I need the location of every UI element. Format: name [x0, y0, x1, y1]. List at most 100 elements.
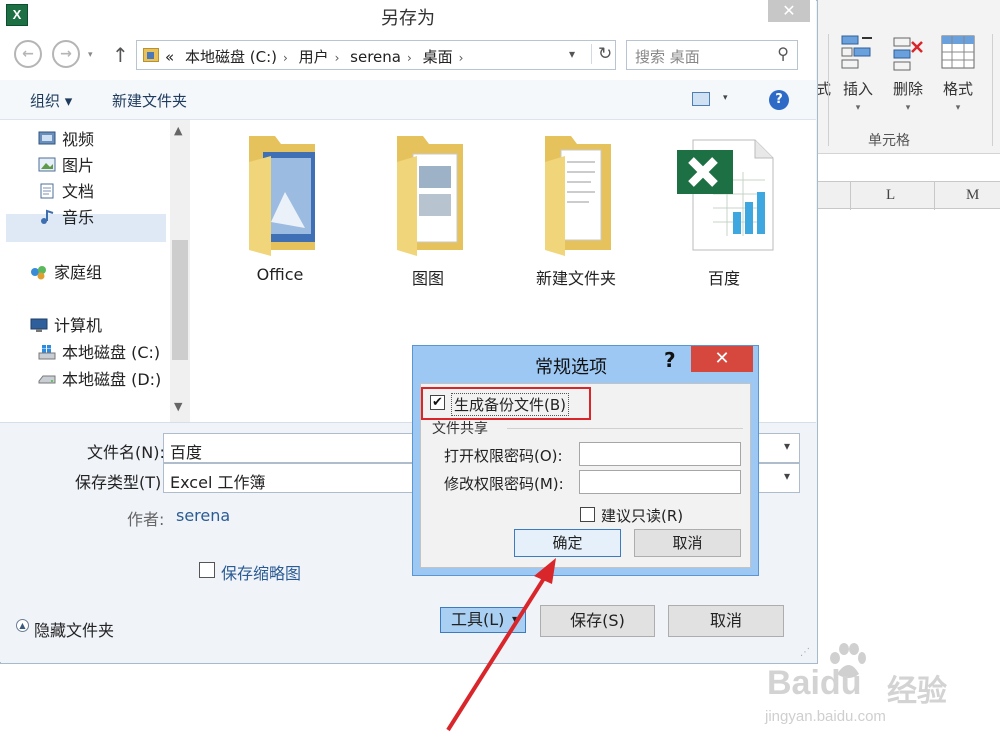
chevron-down-icon[interactable]: ▼ [174, 400, 182, 413]
help-icon[interactable]: ? [769, 90, 789, 110]
search-icon: ⚲ [777, 44, 789, 63]
readonly-label[interactable]: 建议只读(R) [601, 505, 683, 526]
video-icon [38, 131, 56, 147]
ribbon-separator [992, 34, 993, 146]
address-bar[interactable]: « 本地磁盘 (C:) › 用户 › serena › 桌面 › ▾ ↻ [136, 40, 616, 70]
drive-icon [38, 371, 56, 387]
breadcrumb-item[interactable]: 本地磁盘 (C:) [185, 48, 277, 66]
new-folder-button[interactable]: 新建文件夹 [112, 90, 187, 111]
group-divider [507, 428, 743, 429]
sidebar-item-music[interactable]: 音乐 [38, 204, 94, 228]
breadcrumb: « 本地磁盘 (C:) › 用户 › serena › 桌面 › [165, 46, 469, 67]
general-options-title: 常规选项 [535, 357, 607, 378]
breadcrumb-item[interactable]: 用户 [299, 48, 329, 66]
chevron-up-icon[interactable]: ▲ [174, 124, 182, 137]
column-header-row: L M [818, 181, 1000, 210]
sidebar-item-documents[interactable]: 文档 [38, 178, 94, 202]
watermark-url: jingyan.baidu.com [765, 708, 886, 725]
breadcrumb-sep-icon[interactable]: › [283, 51, 288, 65]
insert-cells-icon [840, 34, 876, 72]
close-button[interactable]: ✕ [768, 0, 810, 22]
search-placeholder: 搜索 桌面 [635, 48, 700, 66]
refresh-icon[interactable]: ↻ [591, 44, 612, 64]
sidebar-item-drive-d[interactable]: 本地磁盘 (D:) [38, 366, 161, 390]
documents-icon [38, 183, 56, 199]
open-password-input[interactable] [579, 442, 741, 466]
column-header[interactable]: L [886, 187, 895, 204]
back-button[interactable]: ← [14, 40, 42, 68]
general-options-cancel-button[interactable]: 取消 [634, 529, 741, 557]
breadcrumb-item[interactable]: serena [350, 48, 401, 66]
chevron-down-icon: ▾ [855, 103, 861, 113]
file-item-tutu[interactable]: 图图 [363, 132, 493, 289]
delete-button[interactable]: 删除 ▾ [886, 34, 930, 113]
breadcrumb-overflow[interactable]: « [165, 48, 174, 66]
file-item-new-folder[interactable]: 新建文件夹 [511, 132, 641, 289]
author-label: 作者: [127, 510, 165, 529]
sidebar-scroll-thumb[interactable] [172, 240, 188, 360]
dialog-title: 另存为 [381, 8, 435, 29]
file-item-office[interactable]: Office [215, 132, 345, 284]
watermark-brand-suffix: du [819, 664, 862, 702]
save-thumbnail-checkbox[interactable] [199, 562, 215, 578]
save-thumbnail-label[interactable]: 保存缩略图 [221, 560, 301, 584]
folder-icon [531, 136, 621, 261]
ribbon-separator [828, 34, 829, 146]
homegroup-icon [30, 264, 48, 280]
file-name: 百度 [707, 269, 740, 288]
windows-drive-icon [38, 344, 56, 360]
breadcrumb-sep-icon[interactable]: › [459, 51, 464, 65]
chevron-down-icon[interactable]: ▾ [784, 469, 790, 483]
organize-menu[interactable]: 组织 ▾ [30, 90, 72, 111]
readonly-checkbox[interactable] [580, 507, 595, 522]
insert-button[interactable]: 插入 ▾ [836, 34, 880, 113]
search-input[interactable]: 搜索 桌面 ⚲ [626, 40, 798, 70]
sidebar-item-computer[interactable]: 计算机 [30, 312, 102, 336]
annotation-arrow-icon [446, 558, 556, 732]
sidebar-item-pictures[interactable]: 图片 [38, 152, 94, 176]
view-mode-icon[interactable] [692, 92, 710, 106]
forward-button[interactable]: → [52, 40, 80, 68]
hide-folders-button[interactable]: 隐藏文件夹 [34, 617, 114, 641]
highlight-box [421, 387, 591, 420]
file-name: Office [256, 265, 304, 284]
chevron-down-icon: ▾ [955, 103, 961, 113]
chevron-down-icon[interactable]: ▾ [784, 439, 790, 453]
general-options-close-button[interactable]: ✕ [691, 346, 753, 372]
sidebar-item-videos[interactable]: 视频 [38, 126, 94, 150]
up-button[interactable]: ↑ [112, 43, 129, 67]
ribbon-group-label: 单元格 [868, 133, 910, 149]
folder-icon [383, 136, 473, 261]
breadcrumb-item[interactable]: 桌面 [423, 48, 453, 66]
baidu-jingyan-watermark: Baidu 经验 jingyan.baidu.com [765, 642, 995, 742]
chevron-down-icon[interactable]: ▾ [723, 93, 728, 103]
help-icon[interactable]: ? [664, 348, 676, 372]
folder-icon [143, 48, 159, 62]
column-header[interactable]: M [966, 187, 979, 204]
arrow-right-icon: → [60, 46, 72, 62]
chevron-up-icon[interactable]: ▲ [16, 619, 29, 632]
author-value[interactable]: serena [176, 506, 230, 525]
dialog-toolbar: 组织 ▾ 新建文件夹 ▾ ? [0, 80, 816, 120]
formula-area [818, 155, 1000, 181]
watermark-brand: Bai [767, 664, 820, 702]
open-password-label: 打开权限密码(O): [444, 447, 563, 465]
file-sharing-group-label: 文件共享 [432, 421, 488, 437]
pictures-icon [38, 157, 56, 173]
file-item-baidu[interactable]: 百度 [659, 132, 789, 289]
breadcrumb-sep-icon[interactable]: › [335, 51, 340, 65]
sidebar-item-homegroup[interactable]: 家庭组 [30, 259, 102, 283]
sidebar-item-drive-c[interactable]: 本地磁盘 (C:) [38, 339, 160, 363]
delete-cells-icon [890, 34, 926, 72]
folder-icon [235, 136, 325, 261]
format-button[interactable]: 格式 ▾ [936, 34, 980, 113]
file-name: 新建文件夹 [535, 269, 616, 288]
cancel-button[interactable]: 取消 [668, 605, 784, 637]
modify-password-input[interactable] [579, 470, 741, 494]
breadcrumb-sep-icon[interactable]: › [407, 51, 412, 65]
recent-locations-chevron-icon[interactable]: ▾ [88, 50, 93, 60]
modify-password-label: 修改权限密码(M): [444, 475, 564, 493]
chevron-down-icon: ▾ [905, 103, 911, 113]
file-name: 图图 [411, 269, 444, 288]
address-history-chevron-icon[interactable]: ▾ [569, 47, 575, 61]
